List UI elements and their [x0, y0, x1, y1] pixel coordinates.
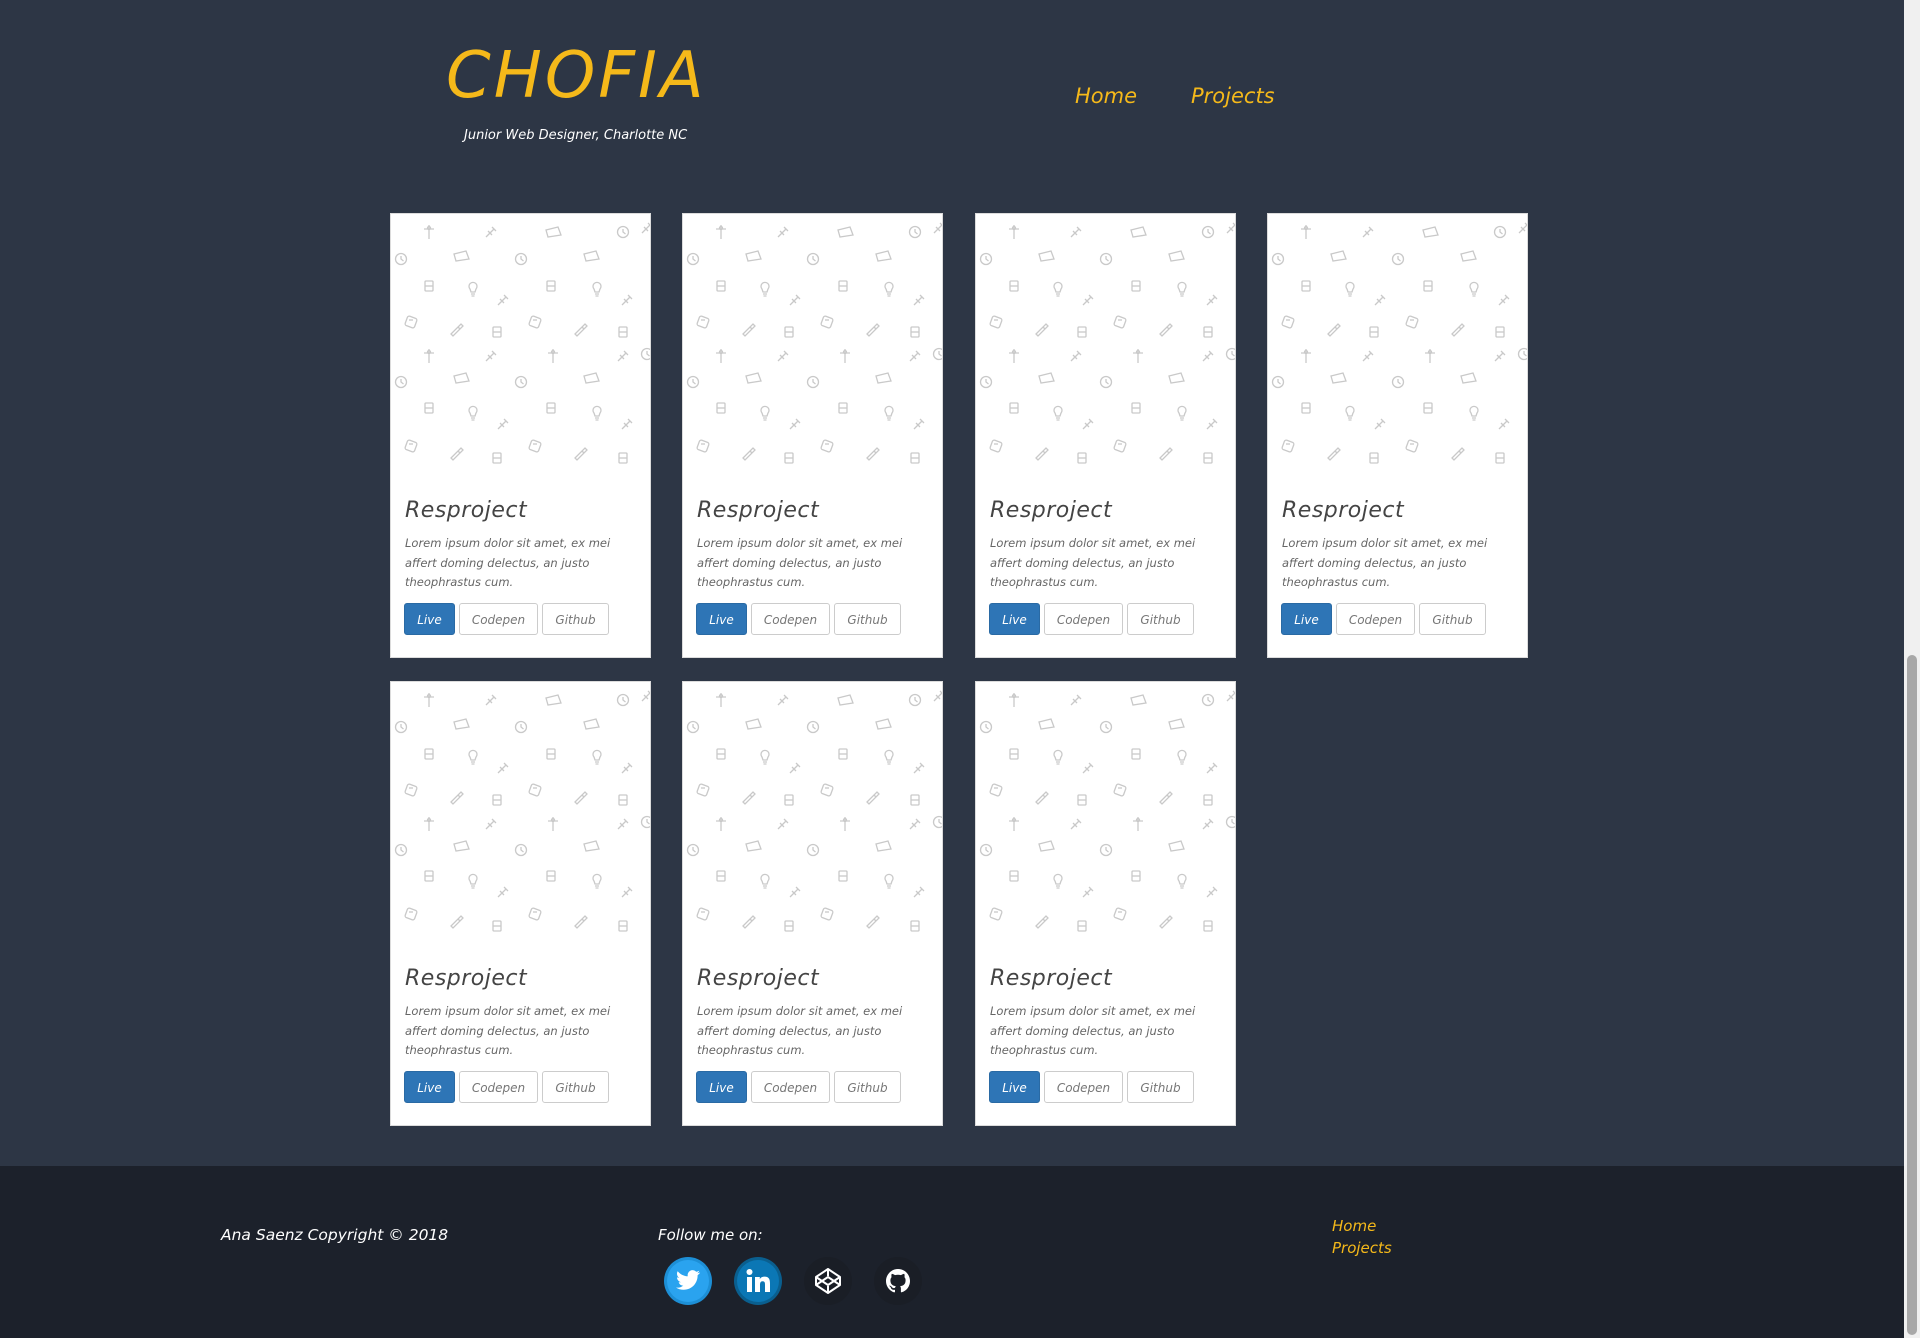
project-card: Resproject Lorem ipsum dolor sit amet, e… — [390, 681, 651, 1126]
project-thumbnail[interactable] — [391, 214, 650, 477]
project-card: Resproject Lorem ipsum dolor sit amet, e… — [1267, 213, 1528, 658]
doodle-pattern — [979, 222, 1235, 464]
twitter-icon[interactable] — [663, 1256, 713, 1306]
project-thumbnail[interactable] — [976, 682, 1235, 945]
live-button[interactable]: Live — [989, 1071, 1040, 1103]
project-description: Lorem ipsum dolor sit amet, ex mei affer… — [405, 1004, 611, 1057]
project-description: Lorem ipsum dolor sit amet, ex mei affer… — [697, 1004, 903, 1057]
codepen-button[interactable]: Codepen — [459, 603, 538, 635]
live-button[interactable]: Live — [696, 1071, 747, 1103]
codepen-icon[interactable] — [803, 1256, 853, 1306]
live-button[interactable]: Live — [696, 603, 747, 635]
scrollbar-thumb[interactable] — [1907, 655, 1917, 1335]
project-card: Resproject Lorem ipsum dolor sit amet, e… — [390, 213, 651, 658]
site-tagline: Junior Web Designer, Charlotte NC — [464, 128, 688, 143]
project-description: Lorem ipsum dolor sit amet, ex mei affer… — [990, 536, 1196, 589]
github-button[interactable]: Github — [834, 603, 901, 635]
live-button[interactable]: Live — [1281, 603, 1332, 635]
footer-nav: Home Projects — [1332, 1215, 1392, 1259]
doodle-pattern — [394, 690, 650, 932]
github-button[interactable]: Github — [834, 1071, 901, 1103]
project-thumbnail[interactable] — [1268, 214, 1527, 477]
project-description: Lorem ipsum dolor sit amet, ex mei affer… — [990, 1004, 1196, 1057]
project-description: Lorem ipsum dolor sit amet, ex mei affer… — [697, 536, 903, 589]
footer-link-home[interactable]: Home — [1332, 1215, 1392, 1237]
nav-link-projects[interactable]: Projects — [1191, 82, 1275, 110]
codepen-button[interactable]: Codepen — [751, 603, 830, 635]
project-thumbnail[interactable] — [683, 214, 942, 477]
doodle-pattern — [686, 690, 942, 932]
site-logo[interactable]: CHOFIA — [446, 36, 707, 116]
project-title: Resproject — [990, 498, 1113, 523]
project-title: Resproject — [990, 966, 1113, 991]
project-thumbnail[interactable] — [976, 214, 1235, 477]
project-title: Resproject — [405, 966, 528, 991]
codepen-button[interactable]: Codepen — [1336, 603, 1415, 635]
project-description: Lorem ipsum dolor sit amet, ex mei affer… — [1282, 536, 1488, 589]
github-button[interactable]: Github — [1127, 1071, 1194, 1103]
project-thumbnail[interactable] — [391, 682, 650, 945]
codepen-button[interactable]: Codepen — [1044, 603, 1123, 635]
project-card: Resproject Lorem ipsum dolor sit amet, e… — [975, 213, 1236, 658]
codepen-button[interactable]: Codepen — [1044, 1071, 1123, 1103]
codepen-button[interactable]: Codepen — [459, 1071, 538, 1103]
doodle-pattern — [394, 222, 650, 464]
project-title: Resproject — [405, 498, 528, 523]
copyright-text: Ana Saenz Copyright © 2018 — [221, 1226, 449, 1244]
github-button[interactable]: Github — [542, 603, 609, 635]
doodle-pattern — [686, 222, 942, 464]
github-button[interactable]: Github — [1127, 603, 1194, 635]
live-button[interactable]: Live — [989, 603, 1040, 635]
github-button[interactable]: Github — [1419, 603, 1486, 635]
project-thumbnail[interactable] — [683, 682, 942, 945]
follow-label: Follow me on: — [658, 1226, 763, 1244]
github-button[interactable]: Github — [542, 1071, 609, 1103]
github-icon[interactable] — [873, 1256, 923, 1306]
doodle-pattern — [979, 690, 1235, 932]
vertical-scrollbar[interactable] — [1904, 0, 1920, 1338]
project-description: Lorem ipsum dolor sit amet, ex mei affer… — [405, 536, 611, 589]
nav-link-home[interactable]: Home — [1075, 82, 1137, 110]
project-card: Resproject Lorem ipsum dolor sit amet, e… — [682, 213, 943, 658]
site-header: CHOFIA Junior Web Designer, Charlotte NC… — [0, 0, 1904, 200]
project-card: Resproject Lorem ipsum dolor sit amet, e… — [975, 681, 1236, 1126]
live-button[interactable]: Live — [404, 1071, 455, 1103]
project-title: Resproject — [1282, 498, 1405, 523]
project-title: Resproject — [697, 498, 820, 523]
site-footer: Ana Saenz Copyright © 2018 Follow me on: — [0, 1166, 1904, 1338]
linkedin-icon[interactable] — [733, 1256, 783, 1306]
project-title: Resproject — [697, 966, 820, 991]
codepen-button[interactable]: Codepen — [751, 1071, 830, 1103]
doodle-pattern — [1271, 222, 1527, 464]
page: CHOFIA Junior Web Designer, Charlotte NC… — [0, 0, 1904, 1338]
footer-link-projects[interactable]: Projects — [1332, 1237, 1392, 1259]
project-card: Resproject Lorem ipsum dolor sit amet, e… — [682, 681, 943, 1126]
live-button[interactable]: Live — [404, 603, 455, 635]
